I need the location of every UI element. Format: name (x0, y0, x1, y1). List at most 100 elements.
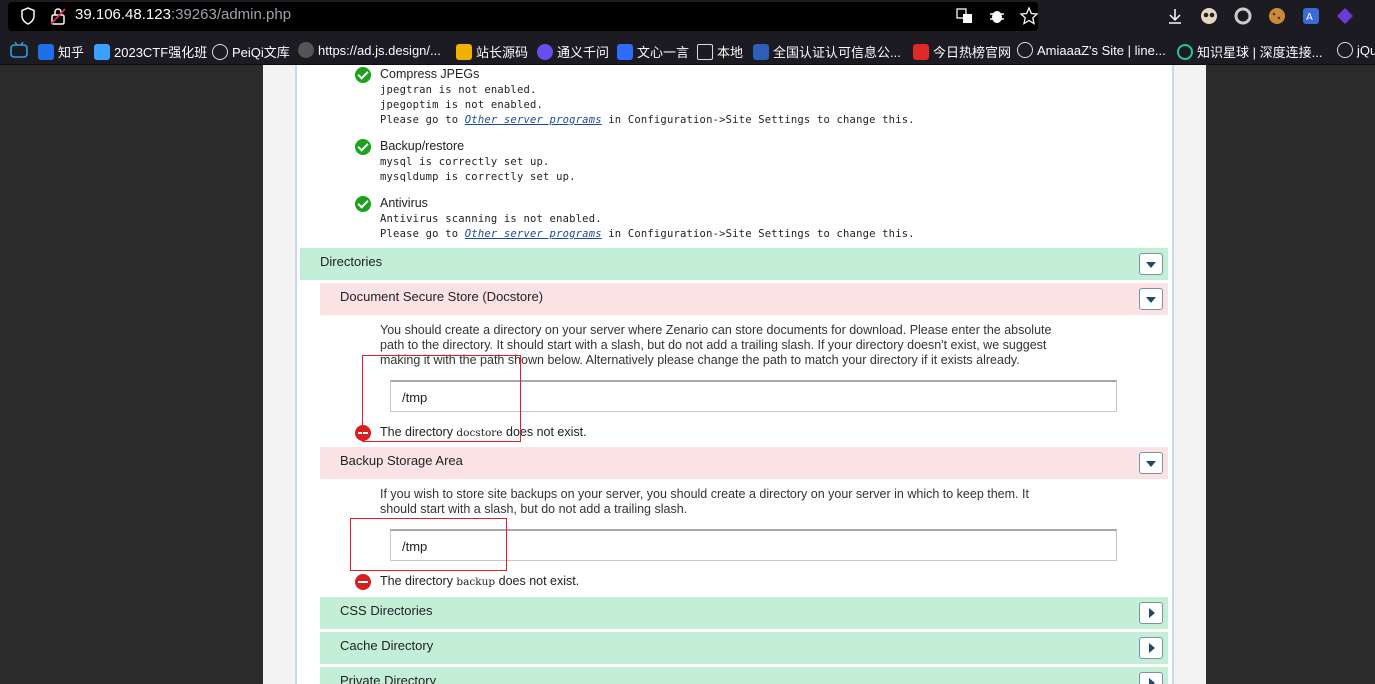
bookmark-label: 知乎 (58, 45, 85, 60)
subsection-title: Backup Storage Area (340, 453, 463, 468)
check-detail-text: in Configuration->Site Settings to chang… (601, 114, 915, 126)
insecure-lock-icon[interactable] (50, 7, 66, 25)
bookmark-favicon (753, 43, 769, 60)
bookmark-item[interactable]: 全国认证认可信息公... (753, 42, 901, 61)
bookmark-item[interactable]: https://ad.js.design/... (298, 42, 441, 58)
bookmark-label: 今日热榜官网 (933, 45, 1012, 60)
translate-ext-icon[interactable]: A (1301, 6, 1321, 26)
error-icon (355, 574, 371, 590)
check-detail: jpegtran is not enabled. (380, 84, 537, 96)
cookie-icon[interactable] (1267, 6, 1287, 26)
check-detail: mysqldump is correctly set up. (380, 171, 576, 183)
bookmark-item[interactable]: 通义千问 (537, 42, 609, 61)
description-line: path to the directory. It should start w… (380, 338, 1047, 352)
bookmark-item[interactable]: 知乎 (38, 42, 84, 61)
svg-text:A: A (1306, 12, 1313, 23)
section-title: Directories (320, 254, 383, 269)
bookmark-star-icon[interactable] (1019, 6, 1039, 26)
check-success-icon (355, 67, 371, 83)
other-server-programs-link[interactable]: Other server programs (465, 228, 602, 240)
shield-icon[interactable] (20, 7, 36, 25)
globe-icon (1337, 42, 1353, 58)
subsection-css-header[interactable]: CSS Directories (320, 597, 1168, 629)
page-viewport: Compress JPEGs jpegtran is not enabled. … (0, 65, 1375, 684)
expand-toggle-button[interactable] (1139, 672, 1163, 684)
bug-icon[interactable] (987, 6, 1007, 26)
subsection-title: Private Directory (340, 673, 437, 684)
backup-error-message: The directory backup does not exist. (380, 574, 579, 588)
download-icon[interactable] (1165, 6, 1185, 26)
subsection-title: CSS Directories (340, 603, 433, 618)
subsection-private-header[interactable]: Private Directory (320, 667, 1168, 684)
expand-toggle-button[interactable] (1139, 637, 1163, 659)
check-success-icon (355, 139, 371, 155)
subsection-backup-header[interactable]: Backup Storage Area (320, 447, 1168, 479)
browser-toolbar: 39.106.48.123:39263/admin.php A (0, 0, 1375, 34)
bilibili-icon[interactable] (10, 42, 28, 58)
check-detail: Please go to Other server programs in Co… (380, 228, 915, 240)
bookmark-label: AmiaaaZ's Site | line... (1037, 42, 1166, 58)
bookmark-item[interactable]: AmiaaaZ's Site | line... (1017, 42, 1166, 58)
check-title: Backup/restore (380, 139, 465, 153)
globe-icon (212, 43, 228, 60)
toolbar-icons: A (1165, 6, 1355, 26)
bookmark-label: 知识星球 | 深度连接... (1197, 45, 1323, 60)
description-line: If you wish to store site backups on you… (380, 487, 1029, 501)
section-directories-header[interactable]: Directories (300, 248, 1168, 280)
collapse-toggle-button[interactable] (1139, 288, 1163, 310)
url-path: :39263/admin.php (170, 6, 292, 23)
description-line: You should create a directory on your se… (380, 323, 1052, 337)
bookmark-favicon (617, 43, 633, 60)
bookmark-item[interactable]: 今日热榜官网 (913, 42, 1011, 61)
subsection-cache-header[interactable]: Cache Directory (320, 632, 1168, 664)
expand-toggle-button[interactable] (1139, 602, 1163, 624)
bookmark-item[interactable]: 本地 (697, 42, 743, 61)
bookmark-label: 全国认证认可信息公... (773, 45, 901, 60)
subsection-docstore-header[interactable]: Document Secure Store (Docstore) (320, 283, 1168, 315)
bookmark-item[interactable]: 文心一言 (617, 42, 689, 61)
right-gutter (1174, 65, 1206, 684)
extension-circle-icon[interactable] (1233, 6, 1253, 26)
backup-description: If you wish to store site backups on you… (380, 487, 1170, 517)
translate-icon[interactable] (955, 6, 975, 26)
error-directory-name: backup (456, 576, 496, 588)
bookmark-favicon (456, 43, 472, 60)
bookmark-label: PeiQi文库 (232, 45, 290, 60)
bookmark-label: 站长源码 (476, 45, 529, 60)
subsection-title: Document Secure Store (Docstore) (340, 289, 544, 304)
error-text: does not exist. (495, 574, 580, 588)
check-detail: jpegoptim is not enabled. (380, 99, 544, 111)
extension-diamond-icon[interactable] (1335, 6, 1355, 26)
check-detail-text: Please go to (380, 228, 465, 240)
url-host: 39.106.48.123 (75, 6, 171, 23)
url-text[interactable]: 39.106.48.123:39263/admin.php (75, 6, 291, 23)
check-success-icon (355, 196, 371, 212)
other-server-programs-link[interactable]: Other server programs (465, 114, 602, 126)
bookmarks-bar: 知乎 2023CTF强化班 PeiQi文库 https://ad.js.desi… (0, 34, 1375, 65)
bookmark-label: jQu (1357, 42, 1375, 58)
subsection-title: Cache Directory (340, 638, 434, 653)
globe-icon (1017, 42, 1033, 58)
bookmark-favicon (94, 43, 110, 60)
bookmark-item[interactable]: 2023CTF强化班 (94, 42, 207, 61)
collapse-toggle-button[interactable] (1139, 253, 1163, 275)
error-text: The directory (380, 574, 457, 588)
bookmark-item[interactable]: PeiQi文库 (212, 42, 290, 61)
check-title: Compress JPEGs (380, 67, 480, 81)
bookmark-label: 本地 (717, 45, 744, 60)
highlight-annotation-box (362, 355, 521, 442)
bookmark-item[interactable]: 站长源码 (456, 42, 528, 61)
bookmark-item[interactable]: 知识星球 | 深度连接... (1177, 42, 1322, 61)
check-detail-text: Please go to (380, 114, 465, 126)
highlight-annotation-box (350, 518, 507, 571)
left-gutter (263, 65, 295, 684)
bookmark-item[interactable]: jQu (1337, 42, 1375, 58)
bookmark-favicon (537, 43, 553, 60)
check-detail-text: in Configuration->Site Settings to chang… (601, 228, 915, 240)
bookmark-label: 文心一言 (637, 45, 690, 60)
bookmark-label: 通义千问 (557, 45, 610, 60)
collapse-toggle-button[interactable] (1139, 452, 1163, 474)
bookmark-favicon (1177, 43, 1193, 60)
extension-eyes-icon[interactable] (1199, 6, 1219, 26)
bookmark-favicon (38, 43, 54, 60)
